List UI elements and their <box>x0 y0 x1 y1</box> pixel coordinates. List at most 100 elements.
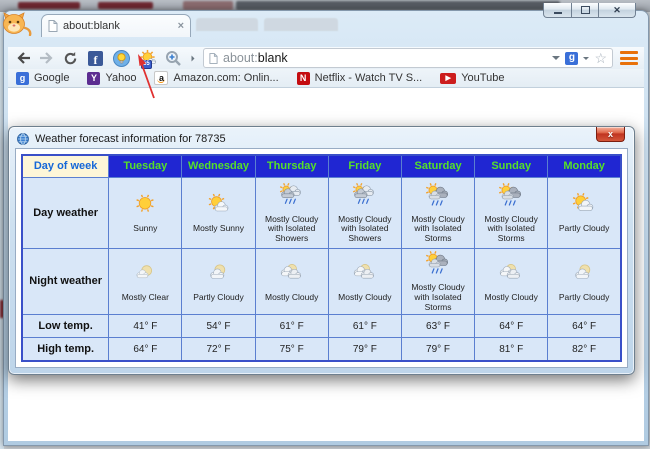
low-temp-cell-friday: 61° F <box>328 314 401 337</box>
mostly-sunny-icon <box>205 191 233 223</box>
popup-close-button[interactable]: x <box>596 127 625 142</box>
low-temp-cell-sunday: 64° F <box>475 314 548 337</box>
table-row-high-temp: High temp.64° F72° F75° F79° F79° F81° F… <box>22 338 621 361</box>
menu-bar <box>620 62 638 65</box>
globe-icon <box>17 133 29 145</box>
yahoo-icon: Y <box>87 72 100 85</box>
weather-caption: Mostly Cloudy with Isolated Showers <box>330 215 400 244</box>
weather-caption: Partly Cloudy <box>559 224 610 234</box>
header-tuesday: Tuesday <box>109 155 182 177</box>
zoom-extension-icon[interactable] <box>164 49 183 67</box>
minimize-icon <box>554 12 562 14</box>
low-temp-cell-thursday: 61° F <box>255 314 328 337</box>
storms-icon <box>497 182 525 214</box>
background-blur-item <box>98 2 153 9</box>
popup-titlebar[interactable]: Weather forecast information for 78735 <box>9 127 634 148</box>
high-temp-cell-saturday: 79° F <box>401 338 474 361</box>
bookmark-label: Google <box>34 72 69 84</box>
day-weather-cell-thursday: Mostly Cloudy with Isolated Showers <box>255 177 328 248</box>
background-blur-item <box>236 1 560 10</box>
row-label: Day weather <box>22 177 109 248</box>
day-weather-cell-wednesday: Mostly Sunny <box>182 177 255 248</box>
night-weather-cell-thursday: Mostly Cloudy <box>255 248 328 314</box>
annotation-arrow <box>128 50 162 102</box>
popup-title: Weather forecast information for 78735 <box>35 133 226 145</box>
partly-cloudy-night-icon <box>205 260 233 292</box>
popup-client-area: Day of weekTuesdayWednesdayThursdayFrida… <box>15 148 628 368</box>
day-weather-cell-tuesday: Sunny <box>109 177 182 248</box>
address-dropdown-icon[interactable] <box>552 56 560 60</box>
partly-cloudy-day-icon <box>570 191 598 223</box>
row-label: High temp. <box>22 338 109 361</box>
row-label: Low temp. <box>22 314 109 337</box>
header-saturday: Saturday <box>401 155 474 177</box>
storms-icon <box>424 250 452 282</box>
address-url[interactable]: about:blank <box>223 51 547 65</box>
reload-button[interactable] <box>62 50 79 67</box>
high-temp-cell-monday: 82° F <box>548 338 621 361</box>
page-icon <box>209 53 218 64</box>
high-temp-cell-friday: 79° F <box>328 338 401 361</box>
browser-tab[interactable]: about:blank × <box>41 14 191 37</box>
mostly-clear-night-icon <box>131 260 159 292</box>
background-blur-item <box>18 2 80 9</box>
night-weather-cell-saturday: Mostly Cloudy with Isolated Storms <box>401 248 474 314</box>
bookmark-youtube[interactable]: ▶YouTube <box>440 72 504 84</box>
mostly-cloudy-icon <box>278 260 306 292</box>
weather-caption: Mostly Cloudy with Isolated Storms <box>403 215 473 244</box>
maximize-button[interactable] <box>572 3 598 18</box>
header-sunday: Sunday <box>475 155 548 177</box>
maximize-icon <box>581 6 590 14</box>
storms-icon <box>424 182 452 214</box>
table-header-row: Day of weekTuesdayWednesdayThursdayFrida… <box>22 155 621 177</box>
back-button[interactable] <box>14 50 31 67</box>
header-thursday: Thursday <box>255 155 328 177</box>
header-monday: Monday <box>548 155 621 177</box>
low-temp-cell-saturday: 63° F <box>401 314 474 337</box>
sunny-icon <box>131 191 159 223</box>
menu-bar <box>620 57 638 60</box>
header-wednesday: Wednesday <box>182 155 255 177</box>
bookmark-amazon[interactable]: aAmazon.com: Onlin... <box>154 71 278 85</box>
weather-caption: Partly Cloudy <box>559 293 610 303</box>
bookmark-star-icon[interactable]: ☆ <box>594 51 607 65</box>
facebook-extension-icon[interactable]: f <box>86 49 105 67</box>
close-window-button[interactable]: ✕ <box>598 3 636 18</box>
chrome-menu-button[interactable] <box>620 50 638 66</box>
bookmark-label: YouTube <box>461 72 504 84</box>
mostly-cloudy-icon <box>497 260 525 292</box>
header-day-of-week: Day of week <box>22 155 109 177</box>
forward-button[interactable] <box>38 50 55 67</box>
toolbar-overflow-icon[interactable] <box>192 55 195 61</box>
weather-caption: Mostly Clear <box>122 293 169 303</box>
bookmarks-bar: gGoogleYYahooaAmazon.com: Onlin...NNetfl… <box>8 69 644 88</box>
high-temp-cell-wednesday: 72° F <box>182 338 255 361</box>
netflix-icon: N <box>297 72 310 85</box>
weather-table: Day of weekTuesdayWednesdayThursdayFrida… <box>21 154 622 362</box>
bookmark-netflix[interactable]: NNetflix - Watch TV S... <box>297 72 423 85</box>
minimize-button[interactable] <box>543 3 572 18</box>
night-weather-cell-sunday: Mostly Cloudy <box>475 248 548 314</box>
mostly-cloudy-icon <box>351 260 379 292</box>
table-row-low-temp: Low temp.41° F54° F61° F61° F63° F64° F6… <box>22 314 621 337</box>
google-search-icon[interactable]: g <box>565 52 578 65</box>
showers-icon <box>351 182 379 214</box>
night-weather-cell-tuesday: Mostly Clear <box>109 248 182 314</box>
high-temp-cell-sunday: 81° F <box>475 338 548 361</box>
weather-caption: Mostly Cloudy <box>338 293 391 303</box>
tab-close-icon[interactable]: × <box>178 21 184 32</box>
cat-icon[interactable] <box>2 12 32 41</box>
weather-caption: Mostly Cloudy <box>265 293 318 303</box>
low-temp-cell-tuesday: 41° F <box>109 314 182 337</box>
weather-caption: Mostly Cloudy with Isolated Showers <box>257 215 327 244</box>
background-blur-item <box>183 1 233 10</box>
high-temp-cell-thursday: 75° F <box>255 338 328 361</box>
page-icon <box>48 20 58 32</box>
weather-caption: Mostly Sunny <box>193 224 244 234</box>
browser-toolbar: f 55 about:blank g ☆ <box>8 47 644 69</box>
weather-caption: Mostly Cloudy <box>485 293 538 303</box>
search-engine-dropdown-icon[interactable] <box>583 57 589 60</box>
menu-bar <box>620 51 638 54</box>
bookmark-google[interactable]: gGoogle <box>16 72 69 85</box>
address-bar[interactable]: about:blank g ☆ <box>203 48 613 68</box>
